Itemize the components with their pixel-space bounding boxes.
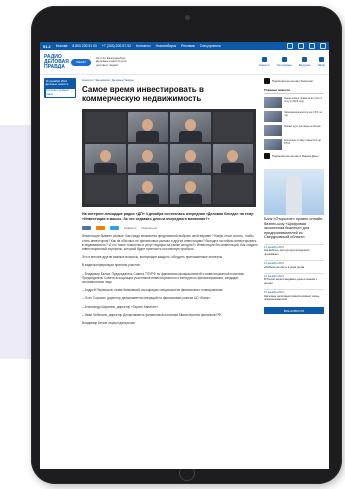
news-item[interactable]: Какие новые правила вступят в силу в 202… [264,97,324,108]
nav-item-hosts[interactable]: Ведущие [299,57,311,67]
share-bar: Нравится Поделиться [82,226,258,231]
top-bar: 91.2 Москва 8 800 200 91 00 +7 (343) 200… [40,42,329,50]
left-line: Деловые новости [45,82,69,87]
list-item[interactable]: 14 декабря 2021 Как выбрать дом для кругл… [264,243,324,256]
telegram-share-icon[interactable] [110,226,119,231]
article-paragraph: Инвестиции бывают разные. Как среди множ… [82,234,258,251]
site-header: РАДИО ДЕЛОВАЯ ПРАВДА МЕНЮ 91.1 fm Екатер… [40,50,329,75]
station-info: 91.1 fm Екатеринбург Деловые новости для… [96,56,138,68]
video-tile [127,174,168,205]
left-column: 16 декабря 2021 Деловые новости Слушать … [44,78,76,99]
topbar-phone-2[interactable]: +7 (343) 200-97-92 [102,44,131,48]
topbar-link-ads[interactable]: Реклама [181,44,195,48]
section-title: Главные новости [264,88,324,94]
nav-item-programs[interactable]: Программы [277,57,292,67]
news-item[interactable]: Новый курс доллара на бирже [264,125,324,136]
video-tile [170,143,211,173]
vk-icon[interactable] [287,43,293,49]
video-conference-image[interactable] [82,109,256,208]
telegram-icon[interactable] [298,43,304,49]
right-sidebar: Подпишитесь на наш Телеграм Главные ново… [264,78,324,315]
ok-share-icon[interactable] [96,226,105,231]
article-paragraph: Это и многие другие важные вопросы, волн… [82,255,224,260]
zen-icon [264,153,270,159]
search-icon[interactable] [320,43,326,49]
live-icon [318,57,324,62]
promo-caption[interactable]: Банк «Открытие» провел онлайн-бизнес-шоу… [264,217,324,240]
news-thumbnail [264,139,282,150]
page-title: Самое время инвестировать в коммерческую… [82,85,204,103]
news-item[interactable]: Экономика выросла на 4,3% за год [264,111,324,122]
listen-live-button[interactable]: Слушать прямой эфир [45,88,75,97]
article-paragraph: – Иван Чебесков, директор Департамента ф… [82,312,222,317]
telegram-icon [264,78,270,84]
city-frequency: 91.2 [43,43,51,49]
youtube-icon[interactable] [309,43,315,49]
news-thumbnail [264,125,282,136]
article-paragraph: Владимир Белов открыл дискуссию [82,321,135,326]
tablet-screen: 91.2 Москва 8 800 200 91 00 +7 (343) 200… [40,42,329,469]
breadcrumb[interactable]: Новости / Экономика / Деловые беседы [82,78,258,82]
list-item[interactable]: 12 декабря 2021 В России начали выдавать … [264,273,324,285]
nav-item-news[interactable]: Новости [259,57,270,67]
article: Новости / Экономика / Деловые беседы Сам… [82,78,258,325]
camera-icon [184,15,190,20]
share-label[interactable]: Поделиться [141,226,156,230]
video-tile [170,112,211,142]
news-thumbnail [264,97,282,108]
video-tile [212,143,253,173]
list-item[interactable]: 10 декабря 2021 Как новые налоговые прави… [264,289,324,301]
topbar-phone-1[interactable]: 8 800 200 91 00 [72,44,97,48]
video-tile [212,112,253,142]
topbar-link-city2[interactable]: Новосибирск [156,44,176,48]
video-tile [127,143,168,173]
news-icon [261,57,267,62]
topbar-link-city[interactable]: Москва [56,44,68,48]
video-tile [85,143,126,173]
video-tile [85,112,126,142]
nav-item-live[interactable]: Эфир [318,57,325,67]
main-nav: Новости Программы Ведущие Эфир [259,57,325,67]
article-paragraph: – Владимир Белов, Председатель Совета ТП… [82,271,245,284]
menu-button[interactable]: МЕНЮ [71,58,91,66]
article-lead: На интернет-площадке радио «ДП» 4 декабр… [82,212,255,221]
vk-share-icon[interactable] [82,226,91,231]
programs-icon [281,57,287,62]
subscribe-telegram[interactable]: Подпишитесь на наш Телеграм [264,78,324,84]
promo-image[interactable] [264,169,324,215]
article-paragraph: – Александр Шарипов, директор «Гарант Ка… [82,304,159,309]
article-paragraph: – Андрей Перевозов, глава банковской асс… [82,288,224,293]
list-item[interactable]: 14 декабря 2021 «Ребенок мечтает» в доме … [264,260,324,269]
all-news-button[interactable]: ВСЕ НОВОСТИ [264,307,324,315]
subscribe-zen[interactable]: Подпишитесь на нас в Яндекс Дзен [264,153,324,159]
left-promo-card[interactable]: 16 декабря 2021 Деловые новости Слушать … [44,78,76,99]
video-tile [170,174,211,205]
video-tile [212,174,253,205]
article-paragraph: – Олег Сорокин, директор департамента оп… [82,296,211,301]
presenter-figure [286,175,302,215]
like-label[interactable]: Нравится [124,226,136,230]
topbar-link-contacts[interactable]: Контакты [136,44,151,48]
site-logo[interactable]: РАДИО ДЕЛОВАЯ ПРАВДА [44,54,69,70]
hosts-icon [302,57,308,62]
article-paragraph: В видеоконференции приняли участие: [82,263,141,268]
video-tile [85,174,126,205]
news-thumbnail [264,111,282,122]
news-item[interactable]: Ключевую ставку повысили до 8,5% [264,139,324,150]
station-tagline: Деловые новости для деловых людей [96,59,127,67]
video-tile [127,112,168,142]
topbar-link-special[interactable]: Спецпроекты [200,44,221,48]
